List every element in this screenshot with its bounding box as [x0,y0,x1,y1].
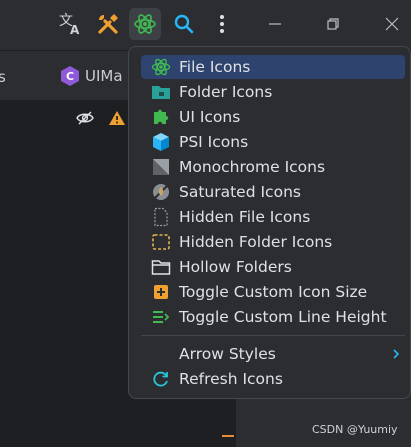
line-height-icon [153,311,170,323]
menu-item-label: Hidden File Icons [179,208,311,226]
menu-item-toggle-custom-line-height[interactable]: Toggle Custom Line Height [141,305,405,329]
hidden-folder-icon [152,234,170,250]
more-vertical-icon [220,15,224,33]
minimize-button[interactable] [259,8,291,40]
menu-item-monochrome-icons[interactable]: Monochrome Icons [141,155,405,179]
menu-item-folder-icons[interactable]: Folder Icons [141,80,405,104]
menu-item-toggle-custom-icon-size[interactable]: Toggle Custom Icon Size [141,280,405,304]
menu-item-file-icons[interactable]: File Icons [141,55,405,79]
chevron-right-icon [393,349,400,359]
c-language-icon: C [61,66,79,86]
eye-off-icon[interactable] [76,110,94,126]
menu-item-saturated-icons[interactable]: Saturated Icons [141,180,405,204]
plus-box-icon [154,285,168,299]
menu-item-ui-icons[interactable]: UI Icons [141,105,405,129]
menu-item-label: UI Icons [179,108,241,126]
saturated-icon [153,184,169,200]
menu-item-label: Saturated Icons [179,183,301,201]
restore-button[interactable] [317,8,349,40]
menu-item-arrow-styles[interactable]: Arrow Styles [141,342,405,366]
translate-icon: 文 A [59,13,80,37]
close-icon [385,17,399,31]
warning-icon[interactable] [108,110,126,126]
cube-icon [153,133,169,151]
menu-item-label: Toggle Custom Icon Size [179,283,368,301]
menu-item-psi-icons[interactable]: PSI Icons [141,130,405,154]
tab-label-partial[interactable]: s [0,68,6,86]
minimize-icon [269,23,281,25]
tab-uima-label[interactable]: UIMa [85,67,123,85]
hidden-file-icon [154,207,168,227]
close-button[interactable] [376,8,408,40]
indicator-line [222,435,234,437]
menu-item-refresh-icons[interactable]: Refresh Icons [141,367,405,391]
tools-button[interactable] [92,8,124,40]
menu-item-label: Toggle Custom Line Height [179,308,387,326]
menu-item-label: Folder Icons [179,83,273,101]
more-button[interactable] [206,8,238,40]
menu-item-hollow-folders[interactable]: Hollow Folders [141,255,405,279]
search-button[interactable] [168,8,200,40]
svg-text:A: A [70,23,80,37]
monochrome-icon [153,159,169,175]
menu-item-label: Hollow Folders [179,258,292,276]
editor-area [0,100,130,447]
search-icon [174,14,194,34]
menu-item-label: PSI Icons [179,133,249,151]
atom-icons-menu: File Icons Folder Icons UI Icons PSI Ico… [128,46,411,399]
menu-item-hidden-folder-icons[interactable]: Hidden Folder Icons [141,230,405,254]
refresh-icon [153,371,168,387]
restore-icon [327,18,339,30]
svg-text:C: C [66,70,74,83]
translate-button[interactable]: 文 A [54,8,86,40]
menu-separator [141,335,405,336]
menu-item-label: File Icons [179,58,251,76]
menu-item-label: Hidden Folder Icons [179,233,333,251]
puzzle-icon [154,109,169,124]
menu-item-hidden-file-icons[interactable]: Hidden File Icons [141,205,405,229]
atom-icon [134,14,156,34]
hollow-folder-icon [151,260,171,275]
menu-item-label: Monochrome Icons [179,158,326,176]
menu-item-label: Arrow Styles [179,345,276,363]
watermark-text: CSDN @Yuumiy [312,423,398,436]
folder-icon [152,86,170,99]
tools-icon [98,14,118,34]
atom-plugin-button[interactable] [129,8,161,40]
menu-item-label: Refresh Icons [179,370,283,388]
atom-icon [151,58,171,76]
